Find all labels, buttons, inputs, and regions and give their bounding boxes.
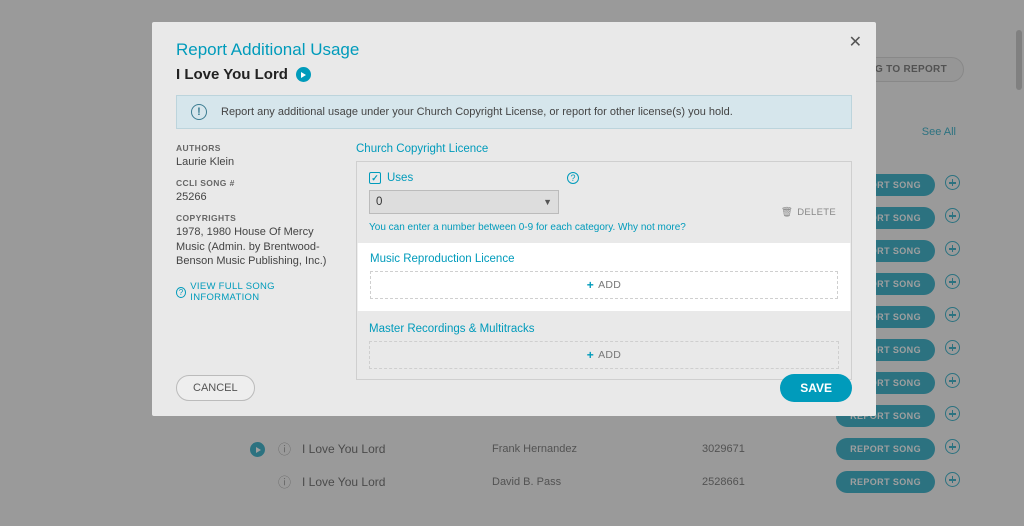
mrl-add-label: ADD [598,279,621,291]
view-full-info-link[interactable]: ? VIEW FULL SONG INFORMATION [176,281,334,303]
mrl-add-button[interactable]: + ADD [370,271,838,299]
plus-icon: + [587,278,594,292]
report-usage-modal: ✕ Report Additional Usage I Love You Lor… [152,22,876,416]
master-add-button[interactable]: + ADD [369,341,839,369]
save-button[interactable]: SAVE [780,374,852,402]
delete-label: DELETE [797,207,836,218]
song-meta: AUTHORS Laurie Klein CCLI SONG # 25266 C… [176,143,334,380]
uses-label: Uses [387,172,413,184]
info-banner-text: Report any additional usage under your C… [221,106,733,118]
help-icon: ? [176,287,186,298]
view-full-info-text: VIEW FULL SONG INFORMATION [190,281,334,303]
uses-checkbox[interactable]: ✓ [369,172,381,184]
ccl-heading: Church Copyright Licence [356,143,852,155]
ccli-label: CCLI SONG # [176,178,334,188]
info-banner: ! Report any additional usage under your… [176,95,852,129]
cancel-button[interactable]: CANCEL [176,375,255,401]
modal-song-title: I Love You Lord [176,66,288,83]
chevron-down-icon: ▼ [543,197,552,207]
mrl-heading: Music Reproduction Licence [370,253,838,265]
authors-label: AUTHORS [176,143,334,153]
close-icon[interactable]: ✕ [849,32,862,52]
delete-button[interactable]: 🗑 DELETE [781,207,836,218]
copyrights-value: 1978, 1980 House Of Mercy Music (Admin. … [176,225,334,270]
mrl-block: Music Reproduction Licence + ADD [357,243,851,311]
play-icon[interactable] [296,67,311,82]
uses-select[interactable]: 0 ▼ [369,190,559,214]
master-add-label: ADD [598,349,621,361]
ccl-box: ✓ Uses ? 0 ▼ You can enter a number betw… [356,161,852,380]
help-icon[interactable]: ? [567,172,579,184]
uses-value: 0 [376,196,382,208]
plus-icon: + [587,348,594,362]
license-forms: Church Copyright Licence ✓ Uses ? 0 ▼ Yo… [356,143,852,380]
info-icon: ! [191,104,207,120]
master-block: Master Recordings & Multitracks + ADD [369,315,839,369]
copyrights-label: COPYRIGHTS [176,213,334,223]
master-heading: Master Recordings & Multitracks [369,323,839,335]
ccli-value: 25266 [176,190,334,205]
modal-title: Report Additional Usage [176,40,852,60]
trash-icon: 🗑 [781,207,793,218]
authors-value: Laurie Klein [176,155,334,170]
uses-hint[interactable]: You can enter a number between 0-9 for e… [369,222,839,233]
